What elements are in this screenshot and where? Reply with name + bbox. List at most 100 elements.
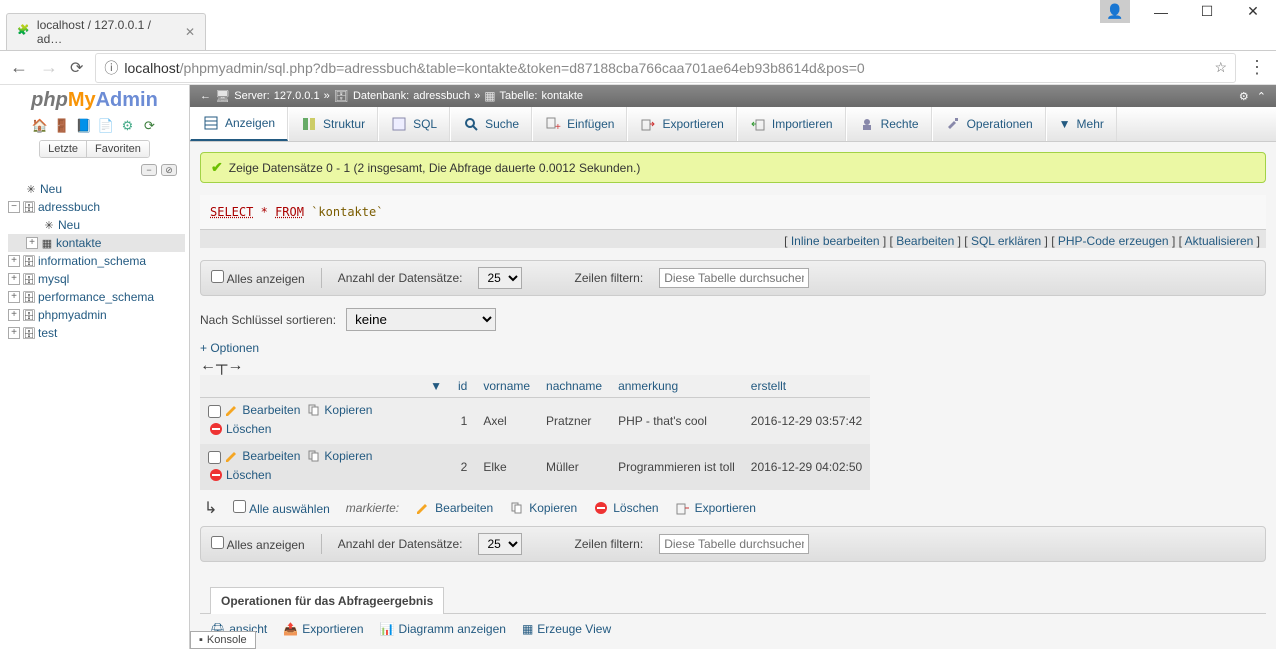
sql-icon[interactable]: 📄: [98, 118, 114, 134]
settings-gear-icon[interactable]: ⚙: [120, 118, 136, 134]
tab-more[interactable]: ▼ Mehr: [1046, 107, 1117, 141]
row-copy[interactable]: Kopieren: [306, 402, 372, 418]
cell-anmerkung[interactable]: PHP - that's cool: [610, 398, 743, 445]
tab-browse[interactable]: Anzeigen: [190, 107, 288, 141]
tab-insert[interactable]: + Einfügen: [532, 107, 627, 141]
tab-search[interactable]: Suche: [450, 107, 532, 141]
show-all-checkbox-label[interactable]: Alles anzeigen: [211, 270, 305, 286]
cell-id[interactable]: 1: [450, 398, 475, 445]
export-result-link[interactable]: 📤Exportieren: [283, 622, 363, 636]
reload-nav-icon[interactable]: ⟳: [142, 118, 158, 134]
bulk-export[interactable]: Exportieren: [675, 500, 756, 516]
expander-icon[interactable]: +: [8, 327, 20, 339]
th-anmerkung[interactable]: anmerkung: [610, 375, 743, 398]
page-settings-icon[interactable]: ⚙: [1239, 90, 1249, 103]
th-id[interactable]: id: [450, 375, 475, 398]
rows-per-page-select-bottom[interactable]: 25: [478, 533, 522, 555]
show-all-checkbox[interactable]: [211, 270, 224, 283]
filter-rows-input[interactable]: [659, 268, 809, 288]
row-checkbox[interactable]: [208, 405, 221, 418]
bulk-copy[interactable]: Kopieren: [509, 500, 577, 516]
tree-item-neu[interactable]: ✳Neu: [8, 216, 185, 234]
tab-privileges[interactable]: Rechte: [846, 107, 932, 141]
tree-item-adressbuch[interactable]: −🗄adressbuch: [8, 198, 185, 216]
check-all-checkbox[interactable]: [233, 500, 246, 513]
row-edit[interactable]: Bearbeiten: [224, 448, 300, 464]
breadcrumb-table[interactable]: kontakte: [541, 90, 583, 102]
close-window-button[interactable]: ✕: [1230, 0, 1276, 23]
console-toggle[interactable]: ▪ Konsole: [190, 631, 256, 649]
cell-nachname[interactable]: Müller: [538, 444, 610, 490]
row-delete[interactable]: Löschen: [208, 467, 271, 483]
cell-anmerkung[interactable]: Programmieren ist toll: [610, 444, 743, 490]
row-copy[interactable]: Kopieren: [306, 448, 372, 464]
create-view-link[interactable]: ▦Erzeuge View: [522, 622, 611, 636]
nav-toggle-icon[interactable]: ←: [200, 90, 211, 102]
tree-item-information_schema[interactable]: +🗄information_schema: [8, 252, 185, 270]
cell-nachname[interactable]: Pratzner: [538, 398, 610, 445]
browser-tab[interactable]: 🧩 localhost / 127.0.0.1 / ad… ✕: [6, 13, 206, 50]
expander-icon[interactable]: +: [8, 309, 20, 321]
collapse-top-icon[interactable]: ⌃: [1257, 90, 1266, 103]
php-code-link[interactable]: PHP-Code erzeugen: [1058, 234, 1169, 248]
address-bar[interactable]: ⓘ localhost/phpmyadmin/sql.php?db=adress…: [95, 53, 1236, 83]
tab-operations[interactable]: Operationen: [932, 107, 1046, 141]
bookmark-star-icon[interactable]: ☆: [1214, 59, 1227, 76]
bulk-delete[interactable]: Löschen: [593, 500, 658, 516]
cell-vorname[interactable]: Elke: [475, 444, 538, 490]
rows-per-page-select[interactable]: 25: [478, 267, 522, 289]
collapse-all-icon[interactable]: −: [141, 164, 157, 176]
chart-link[interactable]: 📊Diagramm anzeigen: [380, 622, 506, 636]
expander-icon[interactable]: +: [8, 255, 20, 267]
link-icon[interactable]: ⊘: [161, 164, 177, 176]
tree-item-test[interactable]: +🗄test: [8, 324, 185, 342]
cell-erstellt[interactable]: 2016-12-29 04:02:50: [743, 444, 870, 490]
tree-item-kontakte[interactable]: +▦kontakte: [8, 234, 185, 252]
tab-import[interactable]: Importieren: [737, 107, 846, 141]
tab-sql[interactable]: SQL: [378, 107, 450, 141]
tab-structure[interactable]: Struktur: [288, 107, 378, 141]
inline-edit-link[interactable]: Inline bearbeiten: [791, 234, 880, 248]
expander-icon[interactable]: +: [8, 273, 20, 285]
maximize-button[interactable]: ☐: [1184, 0, 1230, 23]
breadcrumb-server[interactable]: 127.0.0.1: [274, 90, 320, 102]
user-icon[interactable]: 👤: [1100, 0, 1130, 23]
th-vorname[interactable]: vorname: [475, 375, 538, 398]
favorites-button[interactable]: Favoriten: [87, 141, 149, 157]
tree-item-neu[interactable]: ✳Neu: [8, 180, 185, 198]
th-erstellt[interactable]: erstellt: [743, 375, 870, 398]
site-info-icon[interactable]: ⓘ: [104, 58, 118, 78]
close-tab-icon[interactable]: ✕: [185, 25, 195, 39]
back-button[interactable]: ←: [10, 57, 28, 78]
browser-menu-button[interactable]: ⋮: [1248, 57, 1266, 78]
sort-key-select[interactable]: keine: [346, 308, 496, 331]
th-nachname[interactable]: nachname: [538, 375, 610, 398]
cell-id[interactable]: 2: [450, 444, 475, 490]
cell-vorname[interactable]: Axel: [475, 398, 538, 445]
recent-button[interactable]: Letzte: [40, 141, 87, 157]
options-toggle[interactable]: + Optionen: [200, 341, 1266, 355]
logout-icon[interactable]: 🚪: [54, 118, 70, 134]
row-delete[interactable]: Löschen: [208, 421, 271, 437]
expander-icon[interactable]: +: [8, 291, 20, 303]
edit-sql-link[interactable]: Bearbeiten: [896, 234, 954, 248]
cell-erstellt[interactable]: 2016-12-29 03:57:42: [743, 398, 870, 445]
expander-icon[interactable]: +: [26, 237, 38, 249]
docs-icon[interactable]: 📘: [76, 118, 92, 134]
tree-item-mysql[interactable]: +🗄mysql: [8, 270, 185, 288]
row-edit[interactable]: Bearbeiten: [224, 402, 300, 418]
tree-item-phpmyadmin[interactable]: +🗄phpmyadmin: [8, 306, 185, 324]
reload-button[interactable]: ⟳: [70, 58, 83, 78]
refresh-link[interactable]: Aktualisieren: [1185, 234, 1254, 248]
bulk-edit[interactable]: Bearbeiten: [415, 500, 493, 516]
show-all-checkbox-bottom[interactable]: [211, 536, 224, 549]
breadcrumb-db[interactable]: adressbuch: [413, 90, 470, 102]
row-checkbox[interactable]: [208, 451, 221, 464]
check-all-label[interactable]: Alle auswählen: [233, 500, 329, 516]
home-icon[interactable]: 🏠: [32, 118, 48, 134]
tab-export[interactable]: Exportieren: [627, 107, 736, 141]
explain-sql-link[interactable]: SQL erklären: [971, 234, 1041, 248]
expander-icon[interactable]: −: [8, 201, 20, 213]
minimize-button[interactable]: —: [1138, 0, 1184, 23]
filter-rows-input-bottom[interactable]: [659, 534, 809, 554]
